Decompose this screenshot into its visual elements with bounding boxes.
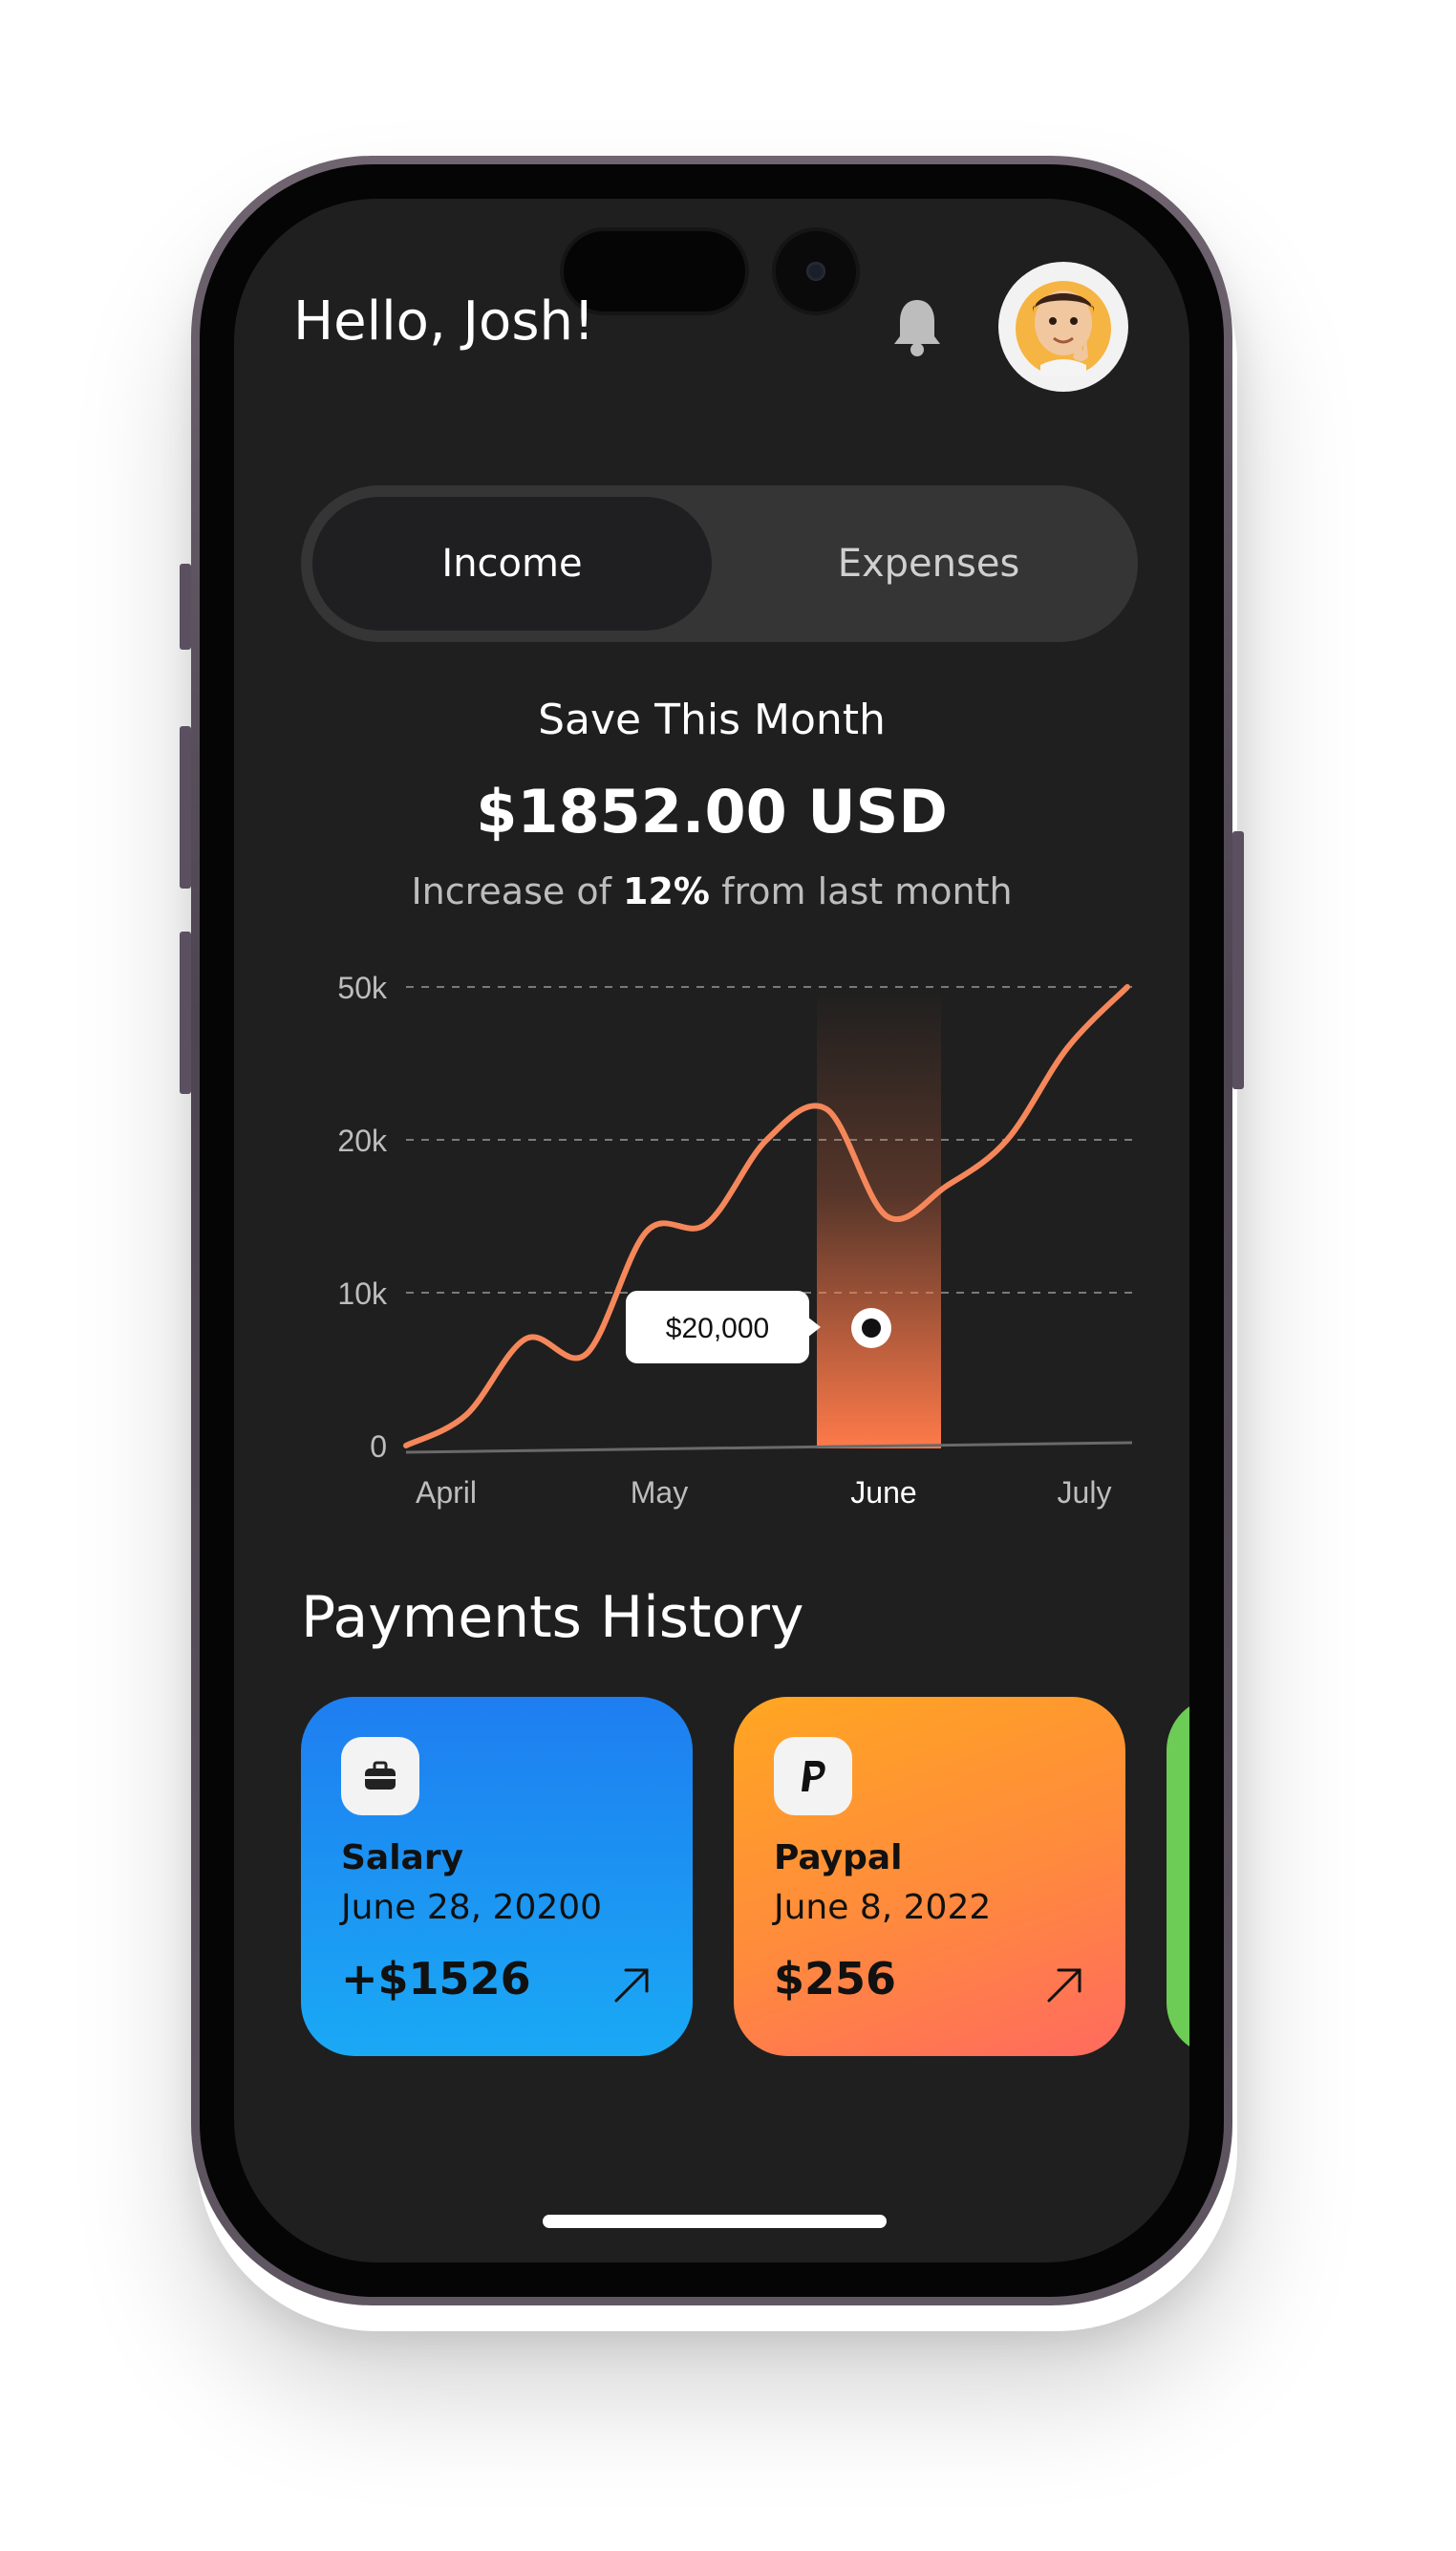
app-screen: Hello, Josh! Income Expenses Save This M… (234, 199, 1189, 2262)
payment-amount: $256 (774, 1953, 897, 2004)
memoji-avatar-icon (1016, 281, 1111, 376)
home-indicator[interactable] (543, 2215, 887, 2228)
payments-history-title: Payments History (301, 1584, 804, 1651)
chart-marker-dot (862, 1318, 881, 1338)
chart-y-tick: 50k (337, 971, 388, 1005)
power-button (1232, 831, 1244, 1089)
paypal-icon (774, 1737, 852, 1815)
income-expense-toggle: Income Expenses (301, 485, 1138, 642)
tab-income[interactable]: Income (312, 497, 712, 631)
summary-sub-percent: 12% (623, 870, 711, 912)
chart-y-tick: 0 (370, 1429, 387, 1464)
chart-x-tick: June (850, 1475, 916, 1510)
chart-y-tick: 10k (337, 1276, 388, 1311)
briefcase-icon (341, 1737, 419, 1815)
arrow-up-right-icon[interactable] (1043, 1964, 1085, 2006)
arrow-up-right-icon[interactable] (610, 1964, 653, 2006)
chart-x-tick: May (631, 1475, 688, 1510)
front-camera (772, 227, 860, 315)
payment-date: June 8, 2022 (774, 1888, 992, 1927)
chart-y-tick: 20k (337, 1124, 388, 1158)
chart-baseline (405, 1441, 1133, 1454)
briefcase-icon-glyph (365, 1761, 396, 1790)
payment-card-paypal[interactable]: Paypal June 8, 2022 $256 (734, 1697, 1125, 2056)
summary-title: Save This Month (538, 696, 886, 744)
summary-amount: $1852.00 USD (476, 777, 948, 847)
summary-sub-suffix: from last month (710, 870, 1013, 912)
avatar[interactable] (998, 262, 1128, 392)
paypal-icon-glyph (802, 1761, 825, 1791)
chart-tooltip-label: $20,000 (666, 1313, 769, 1344)
action-button (180, 564, 191, 650)
payment-card-salary[interactable]: Salary June 28, 20200 +$1526 (301, 1697, 693, 2056)
payment-title: Salary (341, 1838, 464, 1877)
bell-icon[interactable] (889, 294, 946, 361)
volume-down-button (180, 932, 191, 1094)
chart-highlight-june (817, 987, 941, 1448)
summary-subtitle: Increase of 12% from last month (234, 870, 1189, 912)
payment-card-partial[interactable] (1167, 1697, 1189, 2056)
chart-series-line (403, 984, 1130, 1448)
payment-date: June 28, 20200 (341, 1888, 603, 1927)
tab-expenses[interactable]: Expenses (731, 497, 1126, 631)
chart-x-tick: July (1058, 1475, 1112, 1510)
chart-x-tick: April (416, 1475, 477, 1510)
payment-title: Paypal (774, 1838, 903, 1877)
volume-up-button (180, 726, 191, 889)
payment-amount: +$1526 (341, 1953, 531, 2004)
chart-tooltip: $20,000 (626, 1291, 821, 1363)
summary-sub-prefix: Increase of (411, 870, 624, 912)
greeting: Hello, Josh! (293, 290, 595, 353)
